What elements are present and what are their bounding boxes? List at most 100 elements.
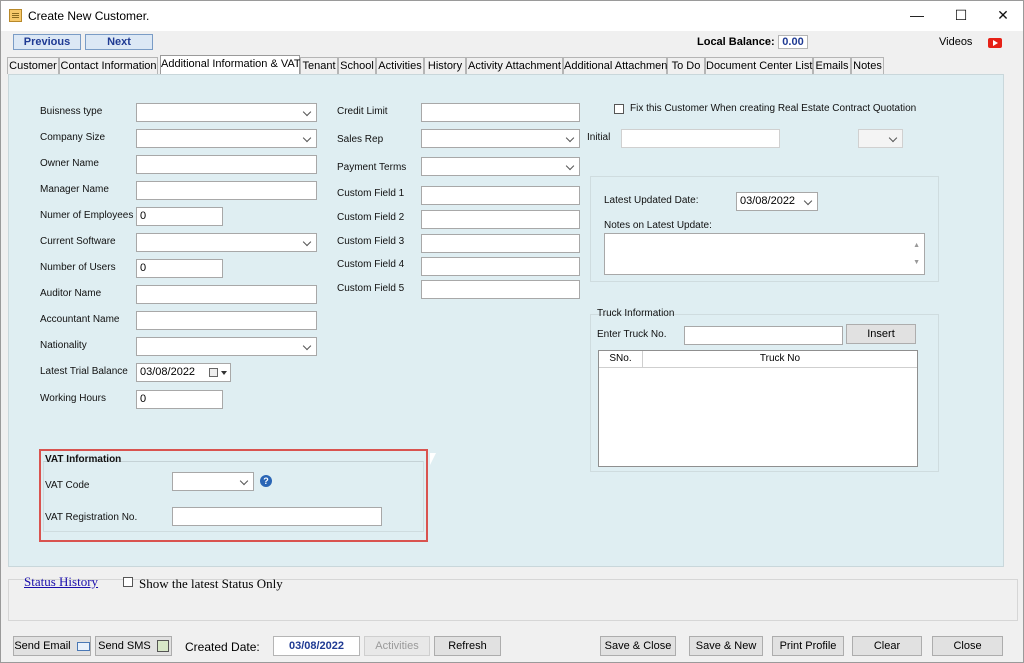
sales-rep-label: Sales Rep — [337, 134, 384, 145]
tab-activity-attachment[interactable]: Activity Attachment — [466, 57, 563, 74]
custom-field-5-input[interactable] — [421, 280, 580, 299]
accountant-name-input[interactable] — [136, 311, 317, 330]
status-history-link[interactable]: Status History — [24, 574, 98, 590]
grid-col-truck-no[interactable]: Truck No — [643, 351, 917, 368]
sales-rep-select[interactable] — [421, 129, 580, 148]
notes-latest-update-textarea[interactable]: ▲ ▼ — [604, 233, 925, 275]
youtube-icon[interactable] — [988, 38, 1002, 48]
custom-field-5-label: Custom Field 5 — [337, 283, 405, 294]
latest-trial-balance-date[interactable]: 03/08/2022 — [136, 363, 231, 382]
truck-grid[interactable]: SNo. Truck No — [598, 350, 918, 467]
created-date-value: 03/08/2022 — [273, 636, 360, 656]
refresh-button[interactable]: Refresh — [434, 636, 501, 656]
calendar-icon[interactable] — [209, 368, 218, 377]
tab-history[interactable]: History — [424, 57, 466, 74]
tab-to-do[interactable]: To Do — [667, 57, 705, 74]
close-button[interactable]: Close — [932, 636, 1003, 656]
videos-label: Videos — [939, 36, 973, 48]
num-employees-label: Numer of Employees — [40, 210, 134, 221]
activities-button[interactable]: Activities — [364, 636, 430, 656]
num-users-label: Number of Users — [40, 262, 116, 273]
custom-field-4-input[interactable] — [421, 257, 580, 276]
phone-icon — [156, 640, 169, 653]
chevron-down-icon[interactable] — [221, 371, 227, 375]
truck-info-title: Truck Information — [597, 308, 675, 319]
send-sms-button[interactable]: Send SMS — [95, 636, 172, 656]
window-title: Create New Customer. — [28, 9, 150, 23]
send-email-label: Send Email — [14, 640, 71, 652]
nationality-label: Nationality — [40, 340, 87, 351]
enter-truck-label: Enter Truck No. — [597, 329, 667, 340]
tab-contact-information[interactable]: Contact Information — [59, 57, 158, 74]
custom-field-3-input[interactable] — [421, 234, 580, 253]
latest-updated-date-picker[interactable]: 03/08/2022 — [736, 192, 818, 211]
initial-select[interactable] — [858, 129, 903, 148]
vat-code-label: VAT Code — [45, 480, 90, 491]
latest-trial-balance-label: Latest Trial Balance — [40, 366, 128, 377]
fix-customer-checkbox[interactable] — [614, 104, 624, 114]
local-balance-value: 0.00 — [778, 35, 808, 49]
num-employees-input[interactable]: 0 — [136, 207, 223, 226]
save-close-button[interactable]: Save & Close — [600, 636, 676, 656]
tab-customer[interactable]: Customer — [7, 57, 59, 74]
latest-trial-balance-value: 03/08/2022 — [140, 366, 196, 378]
show-latest-status-label: Show the latest Status Only — [139, 576, 283, 591]
auditor-name-input[interactable] — [136, 285, 317, 304]
customer-window: Create New Customer. — ☐ ✕ Previous Next… — [0, 0, 1024, 663]
tab-additional-attachment[interactable]: Additional Attachment — [563, 57, 670, 74]
app-icon — [9, 9, 22, 22]
company-size-label: Company Size — [40, 132, 106, 143]
owner-name-label: Owner Name — [40, 158, 99, 169]
minimize-button[interactable]: — — [897, 1, 937, 31]
save-new-button[interactable]: Save & New — [689, 636, 763, 656]
local-balance-label: Local Balance: — [697, 36, 775, 48]
owner-name-input[interactable] — [136, 155, 317, 174]
auditor-name-label: Auditor Name — [40, 288, 102, 299]
scroll-up-icon[interactable]: ▲ — [913, 237, 920, 254]
show-latest-status-checkbox[interactable] — [123, 577, 133, 587]
num-users-input[interactable]: 0 — [136, 259, 223, 278]
vat-info-title: VAT Information — [45, 454, 122, 465]
custom-field-1-label: Custom Field 1 — [337, 188, 405, 199]
tab-school[interactable]: School — [338, 57, 376, 74]
grid-col-sno[interactable]: SNo. — [599, 351, 643, 368]
tab-additional-information-vat[interactable]: Additional Information & VAT — [160, 55, 301, 75]
previous-button[interactable]: Previous — [13, 34, 81, 50]
credit-limit-input[interactable] — [421, 103, 580, 122]
initial-input[interactable] — [621, 129, 780, 148]
maximize-button[interactable]: ☐ — [941, 1, 981, 31]
manager-name-label: Manager Name — [40, 184, 109, 195]
tab-emails[interactable]: Emails — [813, 57, 851, 74]
tab-tenant[interactable]: Tenant — [300, 57, 338, 74]
current-software-label: Current Software — [40, 236, 116, 247]
current-software-select[interactable] — [136, 233, 317, 252]
payment-terms-select[interactable] — [421, 157, 580, 176]
vat-code-select[interactable] — [172, 472, 254, 491]
business-type-select[interactable] — [136, 103, 317, 122]
nationality-select[interactable] — [136, 337, 317, 356]
tab-document-center-list[interactable]: Document Center List — [705, 57, 813, 74]
print-profile-button[interactable]: Print Profile — [772, 636, 844, 656]
working-hours-input[interactable]: 0 — [136, 390, 223, 409]
help-icon[interactable]: ? — [260, 475, 272, 487]
envelope-icon — [76, 641, 90, 651]
manager-name-input[interactable] — [136, 181, 317, 200]
company-size-select[interactable] — [136, 129, 317, 148]
next-button[interactable]: Next — [85, 34, 153, 50]
tab-notes[interactable]: Notes — [851, 57, 884, 74]
payment-terms-label: Payment Terms — [337, 162, 407, 173]
truck-no-input[interactable] — [684, 326, 843, 345]
tab-activities[interactable]: Activities — [376, 57, 424, 74]
clear-button[interactable]: Clear — [852, 636, 922, 656]
custom-field-1-input[interactable] — [421, 186, 580, 205]
working-hours-label: Working Hours — [40, 393, 106, 404]
insert-button[interactable]: Insert — [846, 324, 916, 344]
fix-customer-label: Fix this Customer When creating Real Est… — [630, 103, 917, 114]
send-email-button[interactable]: Send Email — [13, 636, 91, 656]
close-window-button[interactable]: ✕ — [983, 1, 1023, 31]
custom-field-2-label: Custom Field 2 — [337, 212, 405, 223]
accountant-name-label: Accountant Name — [40, 314, 120, 325]
vat-reg-input[interactable] — [172, 507, 382, 526]
scroll-down-icon[interactable]: ▼ — [913, 254, 920, 271]
custom-field-2-input[interactable] — [421, 210, 580, 229]
